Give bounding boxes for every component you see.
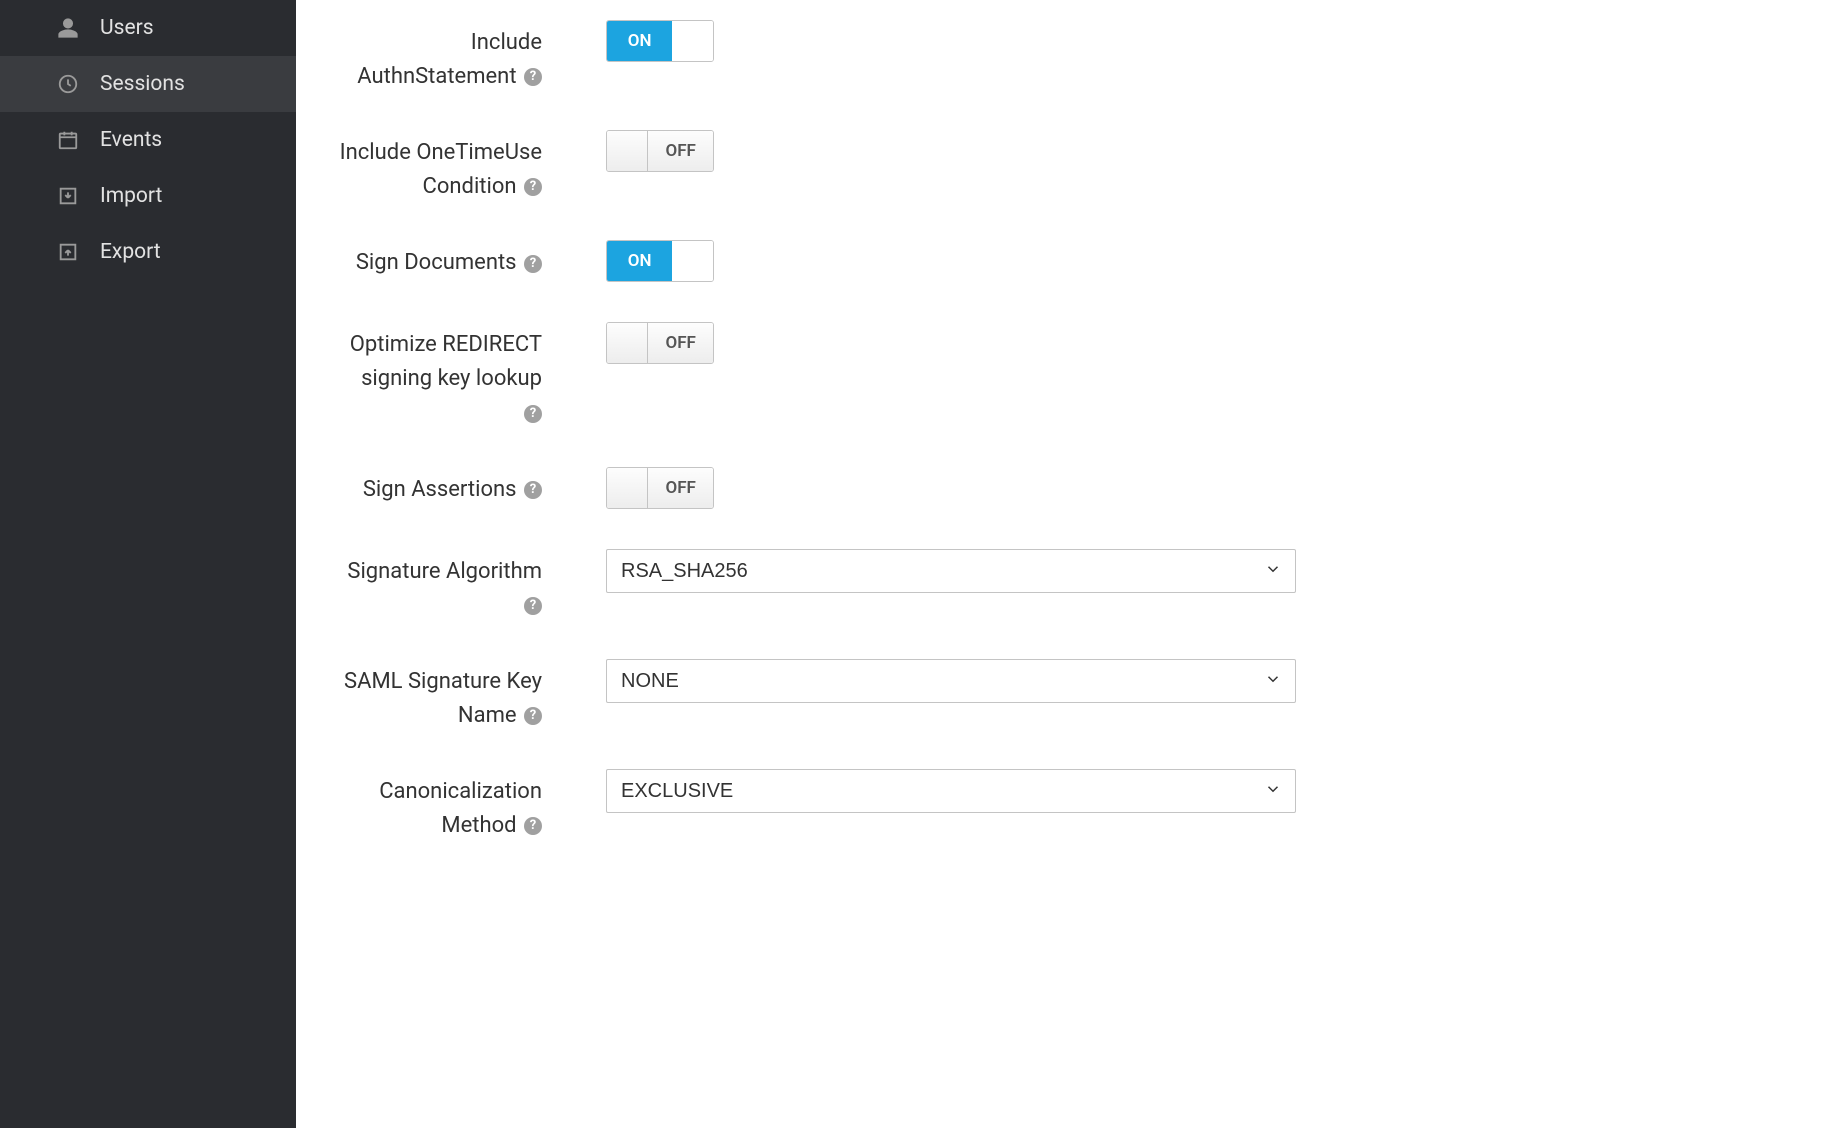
toggle-on-label: ON — [607, 323, 648, 363]
toggle-off-label: OFF — [648, 131, 713, 171]
toggle-on-label: ON — [607, 241, 672, 281]
toggle-include-onetimeuse[interactable]: ON OFF — [606, 130, 714, 172]
select-canonicalization-method[interactable]: EXCLUSIVE — [606, 769, 1296, 813]
row-sign-documents: Sign Documents ? ON OFF — [336, 240, 1791, 286]
toggle-on-label: ON — [607, 468, 648, 508]
select-signature-algorithm-wrap: RSA_SHA256 — [606, 549, 1296, 593]
sidebar-item-label: Import — [100, 184, 162, 208]
label-text: Sign Assertions — [363, 477, 517, 502]
toggle-off-label: OFF — [648, 468, 713, 508]
sidebar-item-label: Users — [100, 16, 154, 40]
toggle-sign-assertions[interactable]: ON OFF — [606, 467, 714, 509]
help-icon[interactable]: ? — [524, 178, 542, 196]
toggle-on-label: ON — [607, 131, 648, 171]
label-saml-signature-key-name: SAML Signature Key Name ? — [336, 659, 556, 733]
toggle-off-label: OFF — [672, 21, 713, 61]
row-signature-algorithm: Signature Algorithm ? RSA_SHA256 — [336, 549, 1791, 623]
label-text: Include OneTimeUse Condition — [340, 140, 542, 199]
toggle-on-label: ON — [607, 21, 672, 61]
sidebar-item-users[interactable]: Users — [0, 0, 296, 56]
export-icon — [56, 240, 80, 264]
row-include-onetimeuse: Include OneTimeUse Condition ? ON OFF — [336, 130, 1791, 204]
sidebar-item-events[interactable]: Events — [0, 112, 296, 168]
sidebar-item-import[interactable]: Import — [0, 168, 296, 224]
help-icon[interactable]: ? — [524, 817, 542, 835]
select-saml-key-name[interactable]: NONE — [606, 659, 1296, 703]
label-sign-assertions: Sign Assertions ? — [336, 467, 556, 507]
control-sign-assertions: ON OFF — [556, 467, 714, 509]
select-saml-key-name-wrap: NONE — [606, 659, 1296, 703]
sidebar-item-label: Sessions — [100, 72, 185, 96]
toggle-off-label: OFF — [648, 323, 713, 363]
control-saml-signature-key-name: NONE — [556, 659, 1296, 703]
control-include-authn-statement: ON OFF — [556, 20, 714, 62]
clock-icon — [56, 72, 80, 96]
label-optimize-redirect: Optimize REDIRECT signing key lookup ? — [336, 322, 556, 430]
row-optimize-redirect: Optimize REDIRECT signing key lookup ? O… — [336, 322, 1791, 430]
help-icon[interactable]: ? — [524, 707, 542, 725]
toggle-off-label: OFF — [672, 241, 713, 281]
help-icon[interactable]: ? — [524, 405, 542, 423]
sidebar-item-label: Export — [100, 240, 161, 264]
label-canonicalization-method: Canonicalization Method ? — [336, 769, 556, 843]
toggle-include-authn-statement[interactable]: ON OFF — [606, 20, 714, 62]
row-saml-signature-key-name: SAML Signature Key Name ? NONE — [336, 659, 1791, 733]
help-icon[interactable]: ? — [524, 255, 542, 273]
toggle-sign-documents[interactable]: ON OFF — [606, 240, 714, 282]
label-text: Sign Documents — [356, 250, 517, 275]
row-sign-assertions: Sign Assertions ? ON OFF — [336, 467, 1791, 513]
control-canonicalization-method: EXCLUSIVE — [556, 769, 1296, 813]
select-signature-algorithm[interactable]: RSA_SHA256 — [606, 549, 1296, 593]
help-icon[interactable]: ? — [524, 597, 542, 615]
sidebar-item-export[interactable]: Export — [0, 224, 296, 280]
control-sign-documents: ON OFF — [556, 240, 714, 282]
select-canonicalization-method-wrap: EXCLUSIVE — [606, 769, 1296, 813]
control-include-onetimeuse: ON OFF — [556, 130, 714, 172]
sidebar-item-label: Events — [100, 128, 162, 152]
calendar-icon — [56, 128, 80, 152]
label-include-authn-statement: Include AuthnStatement ? — [336, 20, 556, 94]
import-icon — [56, 184, 80, 208]
label-text: Signature Algorithm — [347, 559, 542, 584]
main-content: Include AuthnStatement ? ON OFF Include … — [296, 0, 1831, 1128]
label-signature-algorithm: Signature Algorithm ? — [336, 549, 556, 623]
row-canonicalization-method: Canonicalization Method ? EXCLUSIVE — [336, 769, 1791, 843]
label-text: Optimize REDIRECT signing key lookup — [350, 332, 542, 391]
label-include-onetimeuse: Include OneTimeUse Condition ? — [336, 130, 556, 204]
control-optimize-redirect: ON OFF — [556, 322, 714, 364]
toggle-optimize-redirect[interactable]: ON OFF — [606, 322, 714, 364]
label-text: Include AuthnStatement — [357, 30, 542, 89]
label-text: Canonicalization Method — [379, 779, 542, 838]
sidebar-nav: Users Sessions Events Import Export — [0, 0, 296, 1128]
sidebar-item-sessions[interactable]: Sessions — [0, 56, 296, 112]
label-sign-documents: Sign Documents ? — [336, 240, 556, 280]
row-include-authn-statement: Include AuthnStatement ? ON OFF — [336, 20, 1791, 94]
control-signature-algorithm: RSA_SHA256 — [556, 549, 1296, 593]
help-icon[interactable]: ? — [524, 68, 542, 86]
help-icon[interactable]: ? — [524, 481, 542, 499]
user-icon — [56, 16, 80, 40]
label-text: SAML Signature Key Name — [344, 669, 542, 728]
